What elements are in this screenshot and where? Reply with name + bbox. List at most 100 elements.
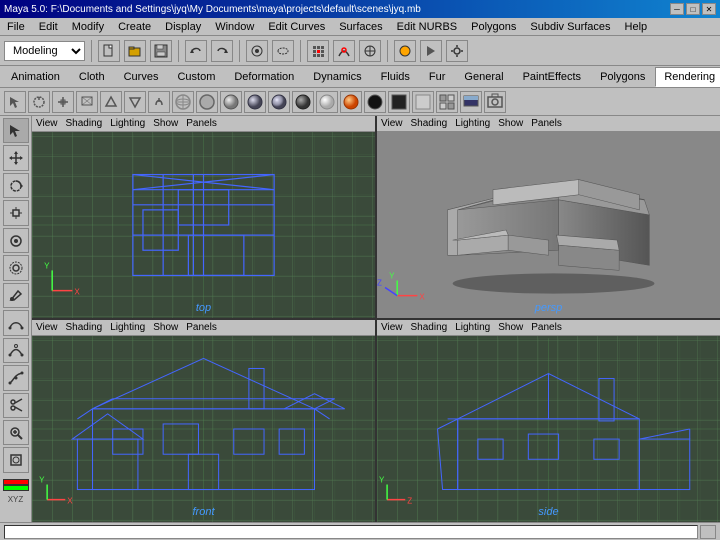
tab-rendering[interactable]: Rendering bbox=[655, 67, 720, 87]
sub-lasso-tool[interactable] bbox=[28, 91, 50, 113]
vp-persp-lighting[interactable]: Lighting bbox=[455, 118, 490, 129]
toolbar-render-settings[interactable] bbox=[446, 40, 468, 62]
vp-top-view[interactable]: View bbox=[36, 118, 58, 129]
toolbar-snap-grid[interactable] bbox=[307, 40, 329, 62]
vp-persp-shading[interactable]: Shading bbox=[411, 118, 448, 129]
viewport-persp[interactable]: View Shading Lighting Show Panels bbox=[377, 116, 720, 318]
tool-universal[interactable] bbox=[3, 228, 29, 253]
vp-front-view[interactable]: View bbox=[36, 322, 58, 333]
vp-side-show[interactable]: Show bbox=[498, 322, 523, 333]
sub-misc1[interactable] bbox=[100, 91, 122, 113]
tool-scale[interactable] bbox=[3, 200, 29, 225]
tab-general[interactable]: General bbox=[455, 67, 512, 87]
sub-sphere-smooth2[interactable] bbox=[244, 91, 266, 113]
toolbar-undo[interactable] bbox=[185, 40, 207, 62]
tool-soft-select[interactable] bbox=[3, 255, 29, 280]
maximize-button[interactable]: □ bbox=[686, 3, 700, 15]
sub-misc3[interactable] bbox=[148, 91, 170, 113]
tab-fluids[interactable]: Fluids bbox=[372, 67, 419, 87]
menu-modify[interactable]: Modify bbox=[69, 20, 107, 34]
sub-paint-tool[interactable] bbox=[76, 91, 98, 113]
menu-edit-curves[interactable]: Edit Curves bbox=[265, 20, 328, 34]
vp-side-lighting[interactable]: Lighting bbox=[455, 322, 490, 333]
toolbar-render[interactable] bbox=[394, 40, 416, 62]
vp-side-shading[interactable]: Shading bbox=[411, 322, 448, 333]
vp-persp-view[interactable]: View bbox=[381, 118, 403, 129]
sub-select-tool[interactable] bbox=[4, 91, 26, 113]
vp-front-shading[interactable]: Shading bbox=[66, 322, 103, 333]
tool-scissors[interactable] bbox=[3, 393, 29, 418]
tab-cloth[interactable]: Cloth bbox=[70, 67, 114, 87]
sub-black-circle[interactable] bbox=[364, 91, 386, 113]
status-scroll[interactable] bbox=[700, 525, 716, 539]
menu-window[interactable]: Window bbox=[212, 20, 257, 34]
tab-animation[interactable]: Animation bbox=[2, 67, 69, 87]
toolbar-open[interactable] bbox=[124, 40, 146, 62]
vp-top-show[interactable]: Show bbox=[153, 118, 178, 129]
vp-front-show[interactable]: Show bbox=[153, 322, 178, 333]
tab-fur[interactable]: Fur bbox=[420, 67, 455, 87]
toolbar-redo[interactable] bbox=[211, 40, 233, 62]
vp-top-lighting[interactable]: Lighting bbox=[110, 118, 145, 129]
vp-persp-panels[interactable]: Panels bbox=[531, 118, 562, 129]
menu-help[interactable]: Help bbox=[622, 20, 651, 34]
tool-zoom[interactable] bbox=[3, 420, 29, 445]
viewport-front-canvas[interactable]: X Y front bbox=[32, 336, 375, 522]
tab-custom[interactable]: Custom bbox=[168, 67, 224, 87]
tool-rotate[interactable] bbox=[3, 173, 29, 198]
menu-create[interactable]: Create bbox=[115, 20, 154, 34]
sub-misc2[interactable] bbox=[124, 91, 146, 113]
tool-curve2[interactable] bbox=[3, 338, 29, 363]
toolbar-ipr[interactable] bbox=[420, 40, 442, 62]
sub-sphere-wire[interactable] bbox=[172, 91, 194, 113]
menu-display[interactable]: Display bbox=[162, 20, 204, 34]
toolbar-new[interactable] bbox=[98, 40, 120, 62]
sub-cross-tool[interactable] bbox=[52, 91, 74, 113]
vp-side-panels[interactable]: Panels bbox=[531, 322, 562, 333]
sub-light-rect[interactable] bbox=[412, 91, 434, 113]
sub-sphere-smooth[interactable] bbox=[220, 91, 242, 113]
menu-surfaces[interactable]: Surfaces bbox=[336, 20, 385, 34]
sub-sphere-bright[interactable] bbox=[316, 91, 338, 113]
sub-grid-icon[interactable] bbox=[436, 91, 458, 113]
tool-paint[interactable] bbox=[3, 283, 29, 308]
vp-side-view[interactable]: View bbox=[381, 322, 403, 333]
toolbar-save[interactable] bbox=[150, 40, 172, 62]
tool-move[interactable] bbox=[3, 145, 29, 170]
tool-ep-curve[interactable] bbox=[3, 365, 29, 390]
sub-render-view[interactable] bbox=[460, 91, 482, 113]
tab-dynamics[interactable]: Dynamics bbox=[304, 67, 370, 87]
tab-curves[interactable]: Curves bbox=[115, 67, 168, 87]
toolbar-snap-curve[interactable] bbox=[333, 40, 355, 62]
tool-curve1[interactable] bbox=[3, 310, 29, 335]
sub-sphere-orange[interactable] bbox=[340, 91, 362, 113]
menu-subdiv[interactable]: Subdiv Surfaces bbox=[527, 20, 613, 34]
sub-camera-icon[interactable] bbox=[484, 91, 506, 113]
viewport-front[interactable]: View Shading Lighting Show Panels bbox=[32, 320, 375, 522]
vp-persp-show[interactable]: Show bbox=[498, 118, 523, 129]
viewport-side-canvas[interactable]: Z Y side bbox=[377, 336, 720, 522]
viewport-persp-canvas[interactable]: X Y Z persp bbox=[377, 132, 720, 318]
toolbar-snap-point[interactable] bbox=[359, 40, 381, 62]
mode-dropdown[interactable]: Modeling Animation Rendering Dynamics bbox=[4, 41, 85, 61]
vp-top-shading[interactable]: Shading bbox=[66, 118, 103, 129]
sub-sphere-flat[interactable] bbox=[196, 91, 218, 113]
viewport-side[interactable]: View Shading Lighting Show Panels bbox=[377, 320, 720, 522]
tool-select[interactable] bbox=[3, 118, 29, 143]
status-input[interactable] bbox=[4, 525, 698, 539]
tab-deformation[interactable]: Deformation bbox=[225, 67, 303, 87]
viewport-top-canvas[interactable]: X Y top bbox=[32, 132, 375, 318]
sub-dark-rect[interactable] bbox=[388, 91, 410, 113]
tab-painteffects[interactable]: PaintEffects bbox=[514, 67, 591, 87]
menu-file[interactable]: File bbox=[4, 20, 28, 34]
vp-top-panels[interactable]: Panels bbox=[186, 118, 217, 129]
tool-misc1[interactable] bbox=[3, 447, 29, 472]
vp-front-lighting[interactable]: Lighting bbox=[110, 322, 145, 333]
menu-edit-nurbs[interactable]: Edit NURBS bbox=[394, 20, 461, 34]
sub-sphere-glass[interactable] bbox=[268, 91, 290, 113]
toolbar-select[interactable] bbox=[246, 40, 268, 62]
menu-polygons[interactable]: Polygons bbox=[468, 20, 519, 34]
vp-front-panels[interactable]: Panels bbox=[186, 322, 217, 333]
toolbar-lasso[interactable] bbox=[272, 40, 294, 62]
tab-polygons[interactable]: Polygons bbox=[591, 67, 654, 87]
